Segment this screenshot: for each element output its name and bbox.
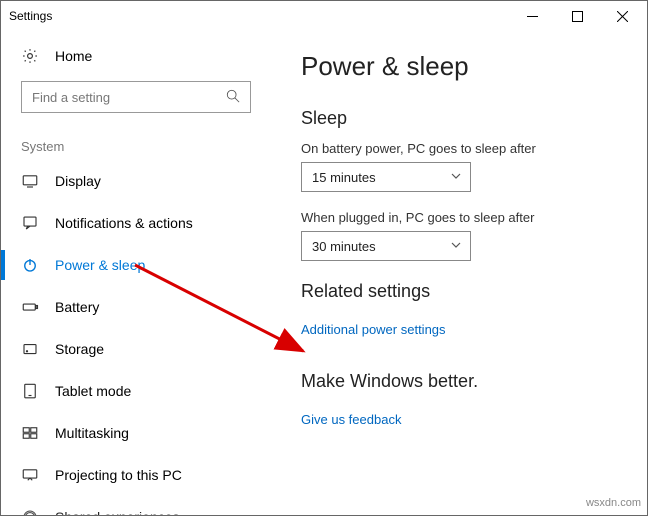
sidebar-item-label: Notifications & actions — [55, 215, 193, 231]
shared-icon — [21, 508, 39, 515]
sidebar-nav: Display Notifications & actions Power & … — [1, 160, 271, 515]
plugged-sleep-label: When plugged in, PC goes to sleep after — [301, 210, 627, 225]
make-better-heading: Make Windows better. — [301, 371, 627, 392]
sidebar-item-multitasking[interactable]: Multitasking — [1, 412, 271, 454]
battery-icon — [21, 298, 39, 316]
title-bar: Settings — [1, 1, 647, 31]
feedback-link[interactable]: Give us feedback — [301, 412, 401, 427]
page-title: Power & sleep — [301, 51, 627, 82]
sidebar-item-projecting[interactable]: Projecting to this PC — [1, 454, 271, 496]
search-placeholder: Find a setting — [32, 90, 110, 105]
display-icon — [21, 172, 39, 190]
notifications-icon — [21, 214, 39, 232]
sidebar-item-notifications[interactable]: Notifications & actions — [1, 202, 271, 244]
plugged-sleep-select[interactable]: 30 minutes — [301, 231, 471, 261]
gear-icon — [21, 47, 39, 65]
multitasking-icon — [21, 424, 39, 442]
sidebar-item-label: Power & sleep — [55, 257, 145, 273]
power-icon — [21, 256, 39, 274]
sidebar-item-label: Projecting to this PC — [55, 467, 182, 483]
window-controls — [510, 1, 645, 31]
additional-power-settings-link[interactable]: Additional power settings — [301, 322, 446, 337]
sidebar-item-shared-experiences[interactable]: Shared experiences — [1, 496, 271, 515]
sidebar-group-label: System — [1, 121, 271, 160]
chevron-down-icon — [450, 170, 462, 185]
maximize-button[interactable] — [555, 1, 600, 31]
storage-icon — [21, 340, 39, 358]
sidebar-item-label: Shared experiences — [55, 509, 180, 515]
watermark: wsxdn.com — [586, 497, 641, 509]
plugged-sleep-value: 30 minutes — [312, 239, 376, 254]
chevron-down-icon — [450, 239, 462, 254]
sidebar-item-label: Multitasking — [55, 425, 129, 441]
search-wrap: Find a setting — [1, 71, 271, 121]
sleep-heading: Sleep — [301, 108, 627, 129]
minimize-button[interactable] — [510, 1, 555, 31]
home-label: Home — [55, 48, 92, 64]
tablet-icon — [21, 382, 39, 400]
sidebar-item-battery[interactable]: Battery — [1, 286, 271, 328]
sidebar-item-power-sleep[interactable]: Power & sleep — [1, 244, 271, 286]
search-input[interactable]: Find a setting — [21, 81, 251, 113]
sidebar-item-label: Storage — [55, 341, 104, 357]
home-row[interactable]: Home — [1, 41, 271, 71]
sidebar-item-label: Display — [55, 173, 101, 189]
window-title: Settings — [9, 9, 510, 23]
main-panel: Power & sleep Sleep On battery power, PC… — [271, 31, 647, 515]
sidebar-item-label: Tablet mode — [55, 383, 131, 399]
sidebar-item-display[interactable]: Display — [1, 160, 271, 202]
battery-sleep-select[interactable]: 15 minutes — [301, 162, 471, 192]
content-area: Home Find a setting System — [1, 31, 647, 515]
sidebar-item-label: Battery — [55, 299, 99, 315]
sidebar: Home Find a setting System — [1, 31, 271, 515]
search-icon — [226, 89, 240, 106]
battery-sleep-value: 15 minutes — [312, 170, 376, 185]
projecting-icon — [21, 466, 39, 484]
sidebar-item-tablet-mode[interactable]: Tablet mode — [1, 370, 271, 412]
settings-window: Settings Home — [0, 0, 648, 516]
close-button[interactable] — [600, 1, 645, 31]
related-heading: Related settings — [301, 281, 627, 302]
battery-sleep-label: On battery power, PC goes to sleep after — [301, 141, 627, 156]
sidebar-item-storage[interactable]: Storage — [1, 328, 271, 370]
